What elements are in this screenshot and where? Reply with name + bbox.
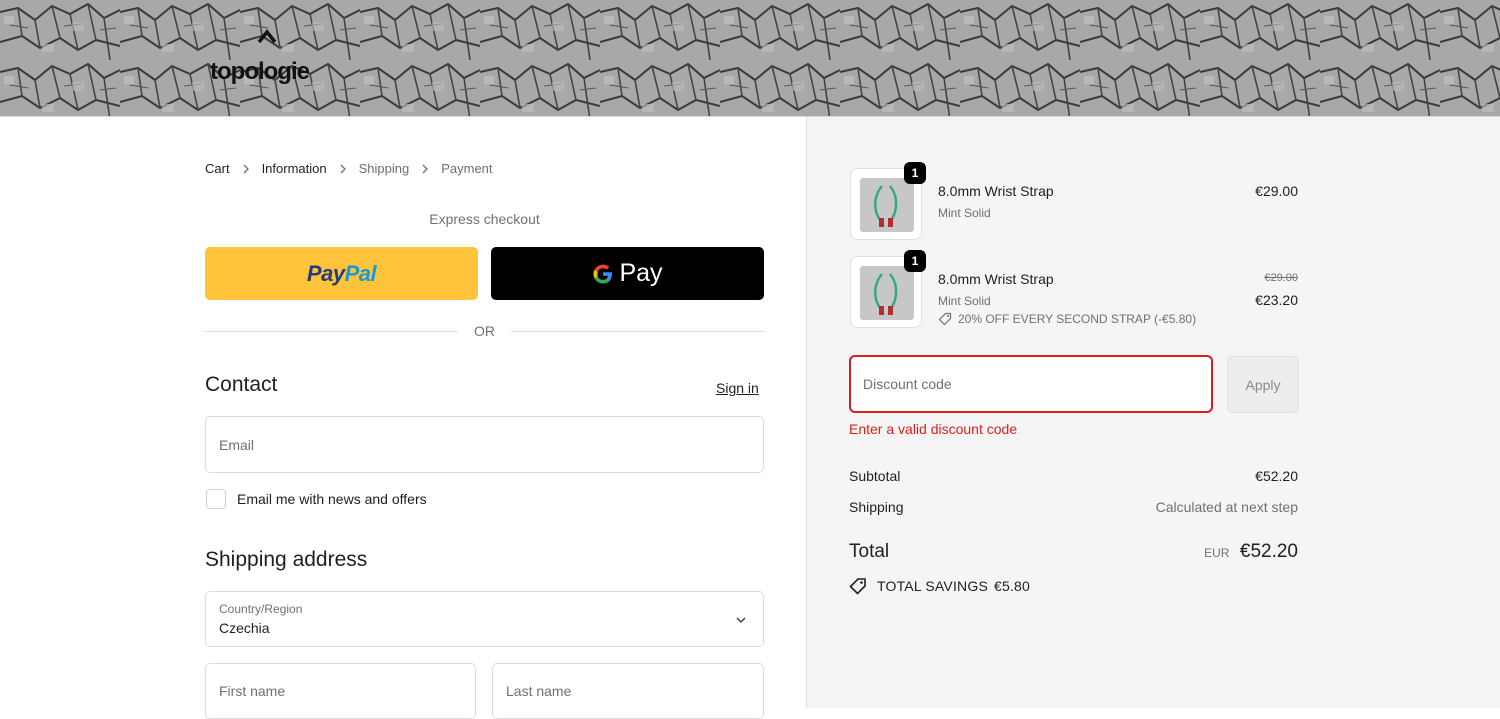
item-discount-label: 20% OFF EVERY SECOND STRAP (-€5.80): [958, 312, 1197, 326]
first-name-input[interactable]: [206, 664, 475, 718]
breadcrumb-payment: Payment: [441, 161, 493, 176]
breadcrumb-cart[interactable]: Cart: [205, 161, 230, 176]
breadcrumb: Cart Information Shipping Payment: [205, 161, 493, 176]
chevron-down-icon: [736, 617, 746, 624]
brand-wordmark: topologie: [210, 58, 310, 85]
email-field[interactable]: [205, 416, 764, 473]
paypal-button[interactable]: PayPal: [205, 247, 478, 300]
or-label: OR: [474, 323, 495, 339]
item-name: 8.0mm Wrist Strap: [938, 271, 1054, 287]
last-name-input[interactable]: [493, 664, 763, 718]
item-variant: Mint Solid: [938, 206, 991, 220]
chevron-right-icon: [243, 164, 249, 173]
newsletter-option[interactable]: Email me with news and offers: [206, 489, 427, 509]
country-select[interactable]: Country/Region Czechia: [205, 591, 764, 647]
apply-discount-button[interactable]: Apply: [1227, 356, 1299, 413]
breadcrumb-information: Information: [261, 161, 327, 176]
logo-caret-icon: [257, 29, 277, 44]
email-input[interactable]: [206, 417, 763, 472]
newsletter-checkbox[interactable]: [206, 489, 226, 509]
shipping-address-heading: Shipping address: [205, 548, 368, 571]
total-value: €52.20: [1239, 541, 1298, 562]
subtotal-value: €52.20: [1255, 468, 1298, 484]
or-divider: OR: [205, 322, 764, 340]
cart-line-item: 1 8.0mm Wrist Strap Mint Solid €29.00 €2…: [850, 250, 1298, 328]
savings-tag-icon: [849, 578, 866, 595]
wrist-strap-image: [874, 273, 898, 315]
savings-label: TOTAL SAVINGS: [877, 578, 988, 594]
wrist-strap-image: [874, 185, 898, 227]
tag-icon: [938, 312, 952, 326]
chevron-right-icon: [340, 164, 346, 173]
discount-error-message: Enter a valid discount code: [849, 421, 1018, 437]
total-savings: TOTAL SAVINGS €5.80: [849, 577, 1030, 595]
shipping-label: Shipping: [849, 499, 904, 515]
google-pay-button[interactable]: Pay: [491, 247, 764, 300]
last-name-field[interactable]: [492, 663, 764, 719]
total-currency: EUR: [1204, 546, 1230, 560]
savings-value: €5.80: [994, 578, 1031, 594]
google-pay-label: Pay: [619, 259, 663, 287]
item-name: 8.0mm Wrist Strap: [938, 183, 1054, 199]
brand-logo[interactable]: topologie: [210, 28, 330, 88]
shipping-value: Calculated at next step: [1155, 499, 1298, 515]
chevron-right-icon: [422, 164, 429, 173]
country-label: Country/Region: [219, 602, 303, 616]
paypal-logo: PayPal: [306, 260, 377, 286]
breadcrumb-shipping: Shipping: [358, 161, 410, 176]
item-price: €29.00: [1255, 183, 1298, 199]
cart-line-item: 1 8.0mm Wrist Strap Mint Solid €29.00: [850, 162, 1298, 240]
discount-code-input[interactable]: [851, 357, 1211, 411]
google-g-icon: [593, 264, 613, 283]
item-discounted-price: €23.20: [1255, 292, 1298, 308]
express-checkout-title: Express checkout: [429, 211, 540, 227]
total-row: Total EUR €52.20: [849, 541, 1298, 563]
item-variant: Mint Solid: [938, 294, 991, 308]
sign-in-link[interactable]: Sign in: [716, 380, 759, 396]
contact-heading: Contact: [205, 373, 278, 396]
item-discount-tag: 20% OFF EVERY SECOND STRAP (-€5.80): [938, 312, 1196, 326]
discount-code-field[interactable]: [849, 355, 1213, 413]
total-label: Total: [849, 541, 890, 562]
first-name-field[interactable]: [205, 663, 476, 719]
country-value: Czechia: [219, 620, 270, 636]
quantity-badge: 1: [904, 250, 926, 272]
header-banner: topologie: [0, 0, 1500, 117]
quantity-badge: 1: [904, 162, 926, 184]
item-original-price: €29.00: [1264, 272, 1298, 284]
shipping-row: Shipping Calculated at next step: [849, 499, 1298, 515]
subtotal-label: Subtotal: [849, 468, 901, 484]
newsletter-label: Email me with news and offers: [237, 491, 427, 507]
subtotal-row: Subtotal €52.20: [849, 468, 1298, 484]
